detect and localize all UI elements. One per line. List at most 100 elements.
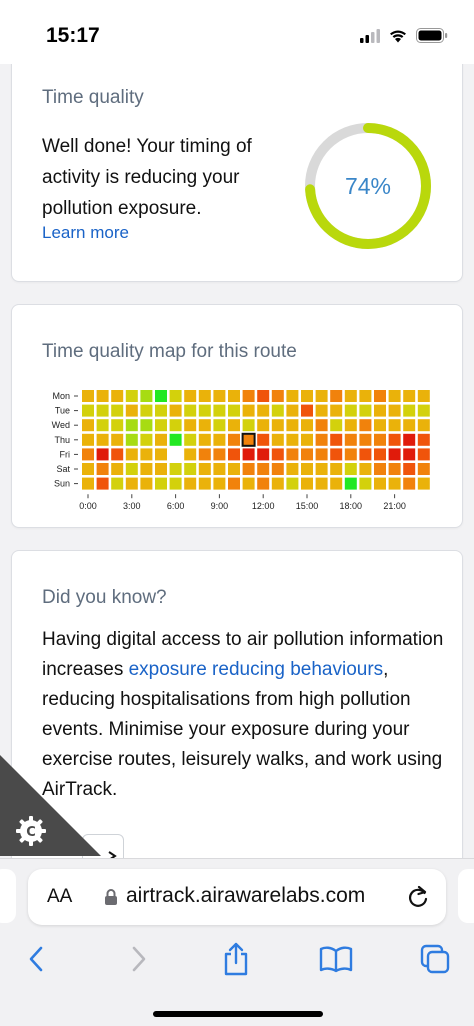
heatmap-cell[interactable] [228, 448, 240, 461]
heatmap-cell[interactable] [96, 433, 109, 446]
heatmap-cell[interactable] [184, 448, 197, 461]
heatmap-cell[interactable] [374, 433, 386, 446]
heatmap-cell[interactable] [228, 477, 240, 490]
heatmap-cell[interactable] [359, 433, 372, 446]
heatmap-cell[interactable] [155, 419, 167, 432]
heatmap-cell[interactable] [315, 463, 328, 475]
heatmap-cell[interactable] [155, 433, 167, 446]
heatmap-cell[interactable] [169, 433, 182, 446]
heatmap-cell[interactable] [96, 419, 109, 432]
heatmap-cell[interactable] [359, 463, 372, 475]
forward-button[interactable] [116, 937, 160, 981]
heatmap-cell[interactable] [242, 419, 255, 432]
heatmap-cell[interactable] [242, 463, 255, 475]
heatmap-cell[interactable] [96, 477, 109, 490]
heatmap-cell[interactable] [388, 390, 401, 402]
heatmap-cell[interactable] [82, 477, 94, 490]
heatmap-cell[interactable] [184, 477, 197, 490]
heatmap-cell[interactable] [388, 448, 401, 461]
heatmap-cell[interactable] [403, 390, 416, 402]
heatmap-cell[interactable] [417, 433, 430, 446]
share-button[interactable] [214, 937, 258, 981]
heatmap-cell[interactable] [344, 419, 357, 432]
heatmap-cell[interactable] [155, 390, 167, 402]
heatmap-cell[interactable] [140, 419, 153, 432]
heatmap-cell[interactable] [417, 390, 430, 402]
reload-icon[interactable] [406, 884, 430, 910]
heatmap-cell[interactable] [388, 477, 401, 490]
heatmap-cell[interactable] [359, 448, 372, 461]
heatmap-cell[interactable] [96, 390, 109, 402]
heatmap-cell[interactable] [330, 419, 343, 432]
heatmap-cell[interactable] [198, 477, 211, 490]
heatmap-cell[interactable] [315, 433, 328, 446]
heatmap-cell[interactable] [213, 404, 226, 417]
heatmap-cell[interactable] [344, 390, 357, 402]
heatmap-cell[interactable] [301, 448, 313, 461]
heatmap-cell[interactable] [374, 404, 386, 417]
heatmap-cell[interactable] [403, 404, 416, 417]
heatmap-cell[interactable] [242, 448, 255, 461]
heatmap-cell[interactable] [111, 390, 124, 402]
heatmap-cell[interactable] [125, 419, 138, 432]
heatmap-cell[interactable] [140, 404, 153, 417]
heatmap-cell[interactable] [213, 448, 226, 461]
heatmap-cell[interactable] [184, 433, 197, 446]
heatmap-cell[interactable] [417, 419, 430, 432]
previous-tab-preview[interactable] [0, 869, 16, 923]
heatmap-cell[interactable] [228, 463, 240, 475]
heatmap-cell[interactable] [359, 404, 372, 417]
heatmap-cell[interactable] [344, 477, 357, 490]
heatmap-cell[interactable] [155, 477, 167, 490]
heatmap-cell[interactable] [82, 404, 94, 417]
heatmap-cell[interactable] [403, 463, 416, 475]
heatmap-cell[interactable] [155, 448, 167, 461]
heatmap-cell[interactable] [125, 463, 138, 475]
reader-options-button[interactable]: AA [47, 886, 72, 908]
heatmap-cell[interactable] [241, 432, 256, 447]
heatmap-cell[interactable] [228, 390, 240, 402]
back-button[interactable] [15, 937, 59, 981]
heatmap-cell[interactable] [403, 477, 416, 490]
heatmap-cell[interactable] [111, 477, 124, 490]
heatmap-cell[interactable] [286, 390, 299, 402]
heatmap-cell[interactable] [257, 433, 270, 446]
heatmap-cell[interactable] [228, 419, 240, 432]
heatmap-cell[interactable] [96, 463, 109, 475]
heatmap-cell[interactable] [330, 404, 343, 417]
heatmap-cell[interactable] [315, 419, 328, 432]
heatmap-cell[interactable] [169, 390, 182, 402]
heatmap-cell[interactable] [242, 404, 255, 417]
heatmap-cell[interactable] [417, 404, 430, 417]
heatmap-cell[interactable] [315, 390, 328, 402]
heatmap-cell[interactable] [213, 477, 226, 490]
heatmap-cell[interactable] [242, 477, 255, 490]
heatmap-cell[interactable] [82, 448, 94, 461]
heatmap-cell[interactable] [257, 419, 270, 432]
heatmap-cell[interactable] [374, 419, 386, 432]
heatmap-cell[interactable] [140, 433, 153, 446]
heatmap-cell[interactable] [271, 419, 284, 432]
next-tab-preview[interactable] [458, 869, 474, 923]
heatmap-cell[interactable] [213, 419, 226, 432]
heatmap-cell[interactable] [417, 463, 430, 475]
heatmap-cell[interactable] [374, 463, 386, 475]
heatmap-cell[interactable] [125, 477, 138, 490]
heatmap-cell[interactable] [257, 404, 270, 417]
heatmap-cell[interactable] [111, 448, 124, 461]
heatmap-cell[interactable] [330, 448, 343, 461]
heatmap-cell[interactable] [242, 390, 255, 402]
heatmap-cell[interactable] [388, 433, 401, 446]
heatmap-cell[interactable] [388, 404, 401, 417]
heatmap-cell[interactable] [228, 404, 240, 417]
heatmap-cell[interactable] [359, 419, 372, 432]
heatmap-cell[interactable] [140, 463, 153, 475]
heatmap-cell[interactable] [140, 477, 153, 490]
heatmap-cell[interactable] [213, 463, 226, 475]
heatmap-cell[interactable] [125, 448, 138, 461]
heatmap-cell[interactable] [257, 390, 270, 402]
heatmap-cell[interactable] [315, 448, 328, 461]
heatmap-cell[interactable] [286, 463, 299, 475]
heatmap-cell[interactable] [257, 448, 270, 461]
heatmap-cell[interactable] [111, 433, 124, 446]
